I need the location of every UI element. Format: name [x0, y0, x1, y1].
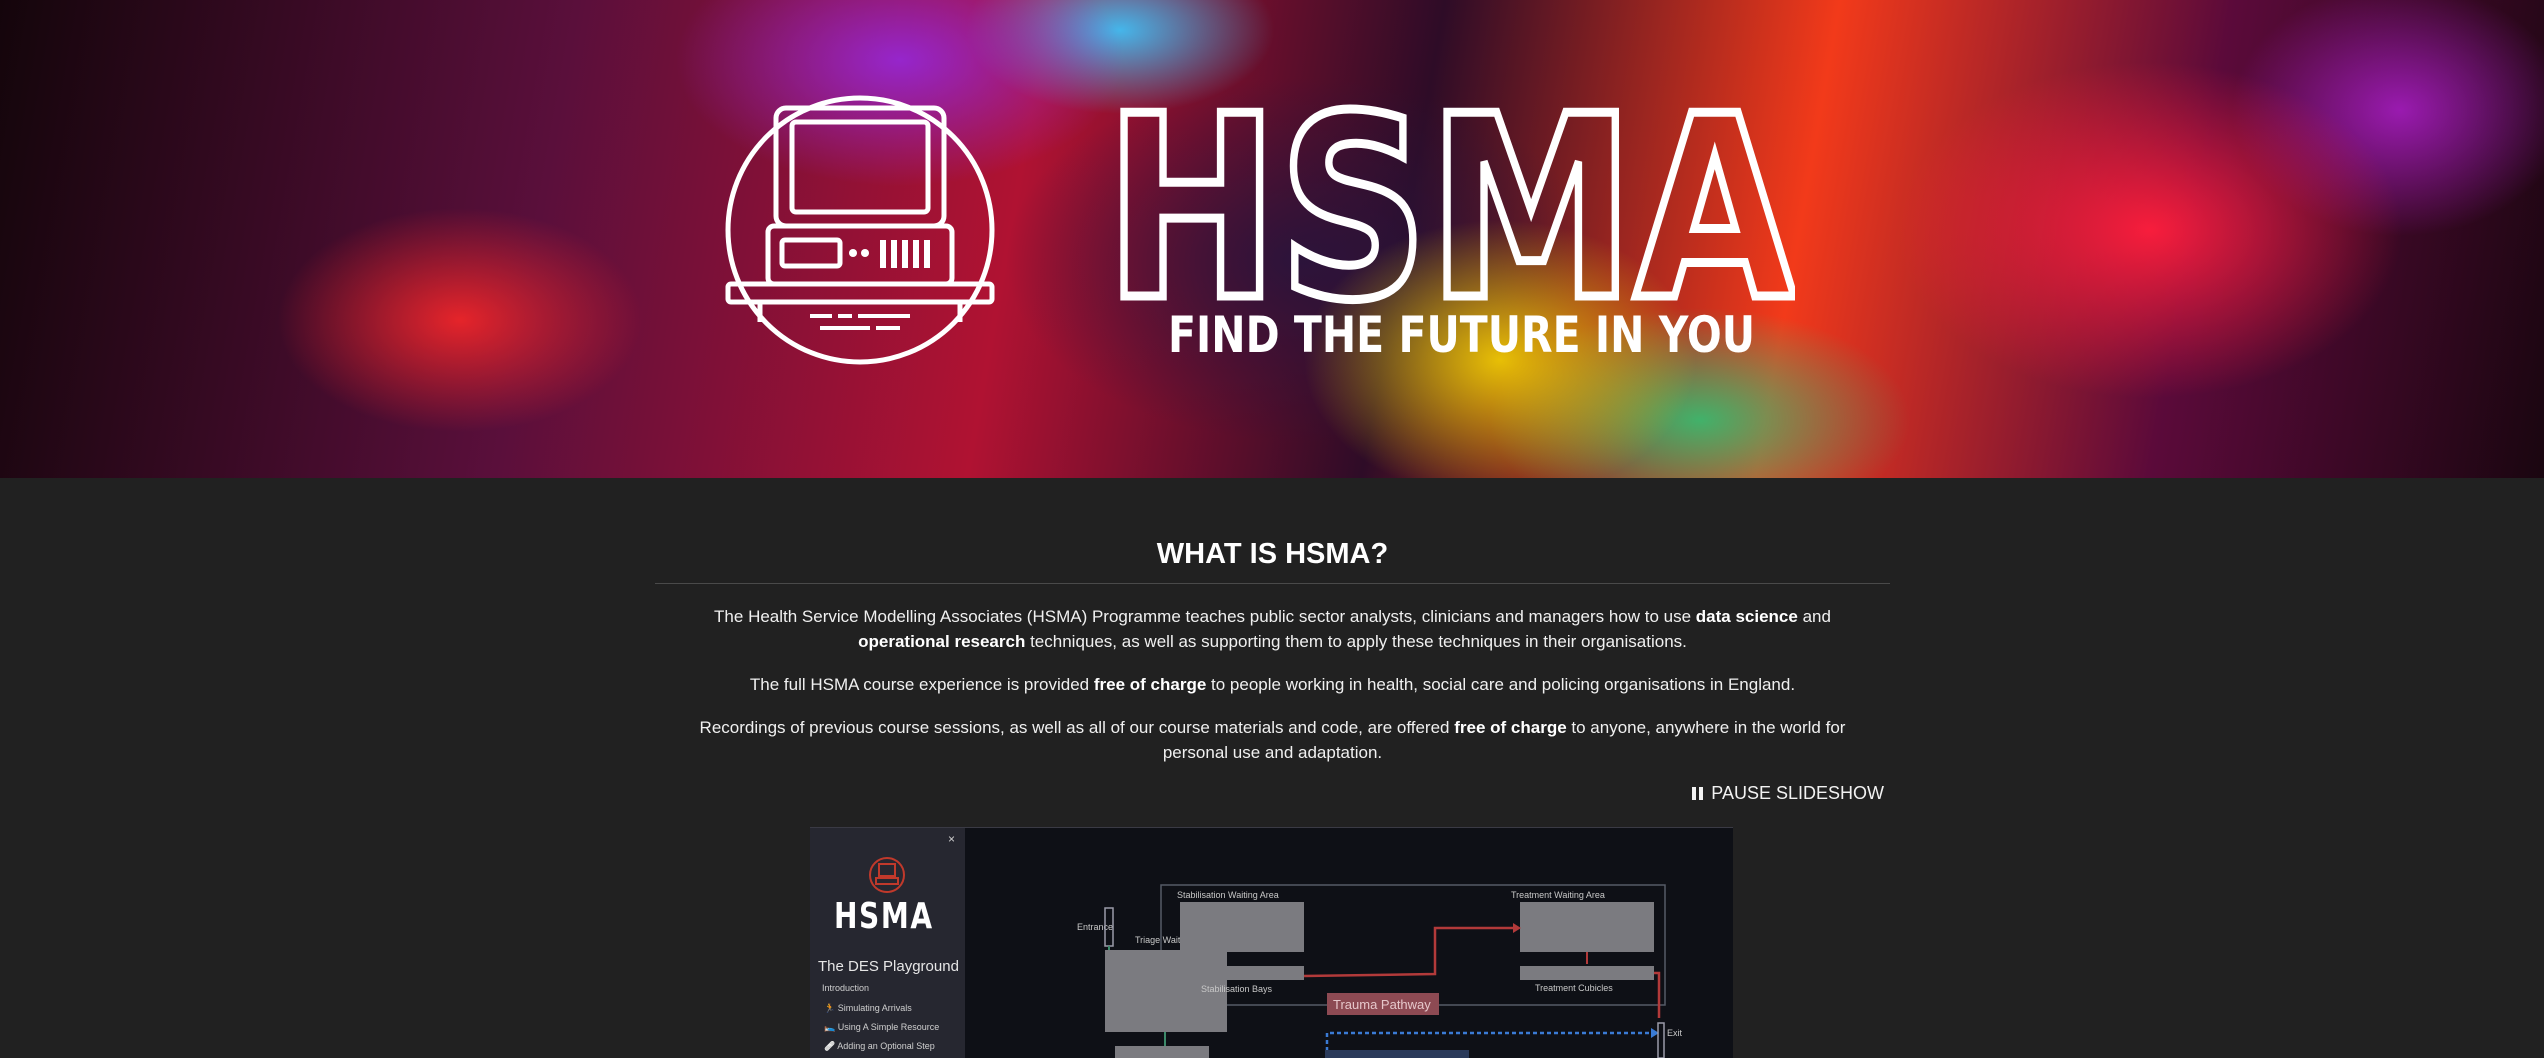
slideshow-image[interactable]: × HSMA The DES Playground Introduction 🏃… — [810, 827, 1733, 1058]
recordings-paragraph: Recordings of previous course sessions, … — [699, 718, 1846, 762]
section-heading: WHAT IS HSMA? — [655, 538, 1890, 584]
trauma-pathway-label: Trauma Pathway — [1333, 997, 1431, 1012]
about-section: WHAT IS HSMA? The Health Service Modelli… — [655, 538, 1890, 803]
close-icon: × — [948, 832, 956, 846]
hero-banner: HSMA FIND THE FUTURE IN YOU — [0, 0, 2544, 478]
slide-nav-item: 🩹 Adding an Optional Step — [824, 1041, 935, 1051]
free-course-paragraph: The full HSMA course experience is provi… — [749, 675, 1796, 694]
slide-app-title: The DES Playground — [818, 958, 959, 975]
stabilisation-bays-label: Stabilisation Bays — [1201, 984, 1273, 994]
hsma-wordmark-text: HSMA — [1105, 98, 1795, 308]
stabilisation-waiting-label: Stabilisation Waiting Area — [1177, 890, 1279, 900]
treatment-cubicles-label: Treatment Cubicles — [1535, 983, 1613, 993]
exit-label: Exit — [1667, 1028, 1683, 1038]
slide-nav-item: 🛌 Using A Simple Resource — [824, 1022, 940, 1032]
highlight-free-of-charge-2: free of charge — [1454, 718, 1567, 737]
computer-icon — [869, 857, 905, 893]
pause-slideshow-label: PAUSE SLIDESHOW — [1711, 783, 1884, 803]
pause-icon — [1692, 787, 1704, 800]
intro-paragraph: The Health Service Modelling Associates … — [714, 607, 1831, 651]
slide-nav-intro: Introduction — [822, 983, 870, 993]
slide-nav-item: 🏃 Simulating Arrivals — [824, 1003, 912, 1013]
slide-brand: HSMA — [834, 896, 934, 937]
slide-sidebar: × HSMA The DES Playground Introduction 🏃… — [810, 828, 965, 1058]
highlight-free-of-charge: free of charge — [1093, 675, 1207, 694]
pause-slideshow-button[interactable]: PAUSE SLIDESHOW — [1692, 783, 1884, 804]
retro-computer-icon — [725, 95, 995, 365]
des-flow-diagram: Entrance Triage Waiting Room Stabilisati… — [1077, 884, 1683, 1058]
entrance-label: Entrance — [1077, 922, 1113, 932]
hsma-wordmark: HSMA — [1105, 98, 1795, 308]
highlight-operational-research: operational research — [858, 632, 1026, 651]
hero-tagline: FIND THE FUTURE IN YOU — [1168, 306, 1756, 364]
highlight-data-science: data science — [1695, 607, 1798, 626]
treatment-waiting-label: Treatment Waiting Area — [1511, 890, 1605, 900]
